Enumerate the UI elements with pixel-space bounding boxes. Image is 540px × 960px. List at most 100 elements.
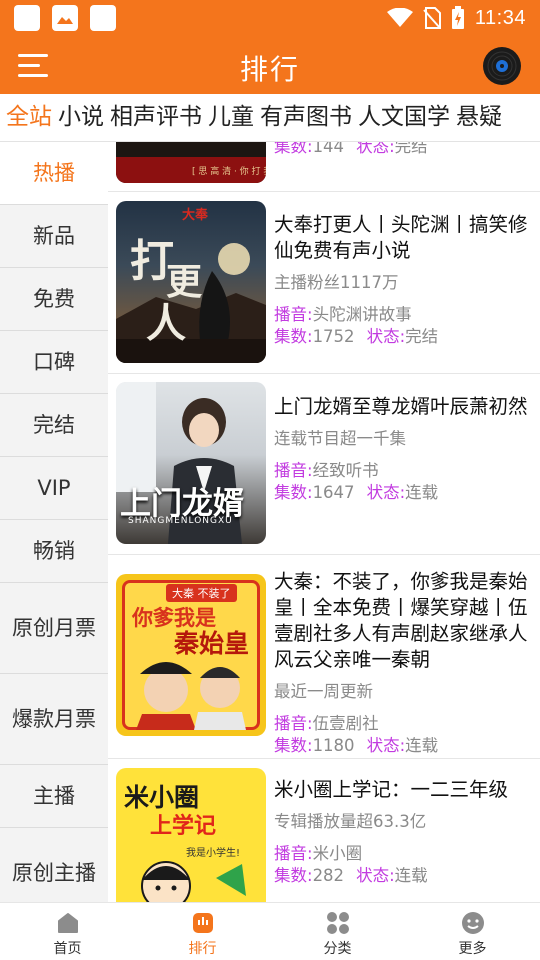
cover-text: 大奉: [182, 208, 209, 223]
sidebar-item-label: 热播: [33, 161, 75, 185]
episodes-value: 144: [312, 142, 345, 156]
episodes-label: 集数:: [274, 142, 313, 156]
nav-ranking[interactable]: 排行: [135, 903, 270, 960]
book-subtitle: 专辑播放量超63.3亿: [274, 812, 427, 831]
tab-suspense[interactable]: 悬疑: [453, 94, 505, 140]
book-cover: 上门龙婿 SHANGMENLONGXU: [116, 382, 266, 544]
sidebar-item-label: 爆款月票: [12, 707, 96, 731]
vinyl-record-icon[interactable]: [482, 46, 522, 86]
list-item[interactable]: 大秦 不装了 你爹我是 秦始皇 大秦：不装了，你爹我是秦始皇丨全本免费丨爆笑穿越…: [108, 555, 540, 759]
tab-novel[interactable]: 小说: [55, 94, 107, 140]
book-meta: 集数:1752 状态:完结: [274, 326, 534, 348]
tab-crosstalk[interactable]: 相声评书: [107, 94, 205, 140]
nav-label: 更多: [458, 941, 487, 957]
sidebar-item-label: VIP: [37, 476, 71, 500]
category-tabs: 全站 小说 相声评书 儿童 有声图书 人文国学 悬疑: [0, 94, 540, 142]
sidebar-item-reputation[interactable]: 口碑: [0, 331, 108, 394]
book-subtitle: 最近一周更新: [274, 682, 373, 701]
book-cover: 米小圈 上学记 我是小学生!: [116, 768, 266, 902]
bottom-nav: 首页 排行 分类 更多: [0, 902, 540, 960]
sidebar-item-bestseller[interactable]: 畅销: [0, 520, 108, 583]
book-title: 大秦：不装了，你爹我是秦始皇丨全本免费丨爆笑穿越丨伍壹剧社多人有声剧赵家继承人风…: [274, 570, 528, 671]
status-label: 状态:: [366, 736, 406, 755]
status-value: 完结: [405, 327, 439, 346]
cover-text: 人: [146, 300, 186, 347]
episodes-label: 集数:: [274, 483, 313, 502]
tab-all[interactable]: 全站: [0, 94, 55, 140]
status-value: 连载: [394, 866, 428, 885]
status-value: 连载: [405, 483, 439, 502]
broadcaster-label: 播音:: [274, 305, 313, 324]
home-icon: [57, 913, 78, 933]
list-item[interactable]: 大奉 打 更 人 大奉打更人丨头陀渊丨搞笑修仙免费有声小说 主播粉丝1117万 …: [108, 192, 540, 374]
sidebar-item-original-host[interactable]: 原创主播: [0, 828, 108, 902]
status-label: 状态:: [366, 483, 406, 502]
nav-home[interactable]: 首页: [0, 903, 135, 960]
episodes-label: 集数:: [274, 327, 313, 346]
broadcaster-value: 头陀渊讲故事: [312, 305, 412, 324]
episodes-value: 1180: [312, 736, 355, 755]
wifi-icon: [386, 8, 413, 27]
clock: 11:34: [474, 6, 526, 29]
book-cover: [ 思 高 清 · 你 打 我 ]: [116, 142, 266, 183]
episodes-value: 1752: [312, 327, 355, 346]
broadcaster-label: 播音:: [274, 714, 313, 733]
no-sim-icon: [423, 7, 441, 29]
list-item[interactable]: 上门龙婿 SHANGMENLONGXU 上门龙婿至尊龙婿叶辰萧初然 连载节目超一…: [108, 374, 540, 555]
episodes-label: 集数:: [274, 866, 313, 885]
nav-label: 分类: [323, 941, 352, 957]
book-meta: 播音:米小圈: [274, 843, 534, 865]
sidebar-item-free[interactable]: 免费: [0, 268, 108, 331]
image-notification-icon: [52, 5, 78, 31]
book-title: 上门龙婿至尊龙婿叶辰萧初然: [274, 395, 528, 418]
book-cover: 大秦 不装了 你爹我是 秦始皇: [116, 574, 266, 736]
notification-icon-2: [90, 5, 116, 31]
sidebar-item-label: 免费: [33, 287, 75, 311]
notification-icon: [14, 5, 40, 31]
tab-humanities[interactable]: 人文国学: [355, 94, 453, 140]
sidebar-item-new[interactable]: 新品: [0, 205, 108, 268]
status-label: 状态:: [356, 866, 395, 885]
status-label: 状态:: [356, 142, 395, 156]
book-cover: 大奉 打 更 人: [116, 201, 266, 363]
tab-children[interactable]: 儿童: [205, 94, 257, 140]
sidebar-item-label: 原创月票: [12, 616, 96, 640]
ranking-sidebar: 热播 新品 免费 口碑 完结 VIP 畅销 原创月票 爆款月票 主播 原创主播: [0, 142, 108, 902]
category-grid-icon: [326, 912, 349, 934]
book-subtitle: 主播粉丝1117万: [274, 273, 399, 292]
episodes-value: 1647: [312, 483, 355, 502]
status-bar: 11:34: [0, 0, 540, 36]
nav-label: 首页: [53, 941, 82, 957]
ranking-list: [ 思 高 清 · 你 打 我 ] 集数:144状态:完结 大奉 打 更 人 大…: [108, 142, 540, 902]
status-value: 连载: [405, 736, 439, 755]
sidebar-item-hot[interactable]: 热播: [0, 142, 108, 205]
nav-more[interactable]: 更多: [405, 903, 540, 960]
book-meta: 集数:1647 状态:连载: [274, 482, 534, 504]
broadcaster-value: 经致听书: [312, 461, 379, 480]
list-item[interactable]: 米小圈 上学记 我是小学生! 米小圈上学记：一二三年级 专辑播放量超63.3亿 …: [108, 759, 540, 902]
broadcaster-label: 播音:: [274, 844, 313, 863]
book-title: 大奉打更人丨头陀渊丨搞笑修仙免费有声小说: [274, 213, 528, 262]
episodes-label: 集数:: [274, 736, 313, 755]
page-title: 排行: [239, 53, 300, 86]
sidebar-item-label: 新品: [33, 224, 75, 248]
sidebar-item-label: 完结: [33, 413, 75, 437]
sidebar-item-label: 畅销: [33, 539, 75, 563]
book-meta: 集数:1180 状态:连载: [274, 735, 534, 757]
book-meta: 集数:282 状态:连载: [274, 865, 534, 887]
nav-category[interactable]: 分类: [270, 903, 405, 960]
episodes-value: 282: [312, 866, 345, 885]
sidebar-item-label: 原创主播: [12, 861, 96, 885]
list-item[interactable]: [ 思 高 清 · 你 打 我 ] 集数:144 状态:完结: [108, 142, 540, 192]
tab-audiobook[interactable]: 有声图书: [257, 94, 355, 140]
sidebar-item-hit-monthly[interactable]: 爆款月票: [0, 674, 108, 765]
sidebar-item-original-monthly[interactable]: 原创月票: [0, 583, 108, 674]
nav-label: 排行: [188, 941, 217, 957]
battery-charging-icon: [451, 6, 464, 29]
sidebar-item-completed[interactable]: 完结: [0, 394, 108, 457]
book-meta: 集数:144 状态:完结: [274, 142, 534, 158]
book-subtitle: 连载节目超一千集: [274, 429, 406, 448]
sidebar-item-vip[interactable]: VIP: [0, 457, 108, 520]
sidebar-item-host[interactable]: 主播: [0, 765, 108, 828]
more-smiley-icon: [461, 912, 484, 934]
